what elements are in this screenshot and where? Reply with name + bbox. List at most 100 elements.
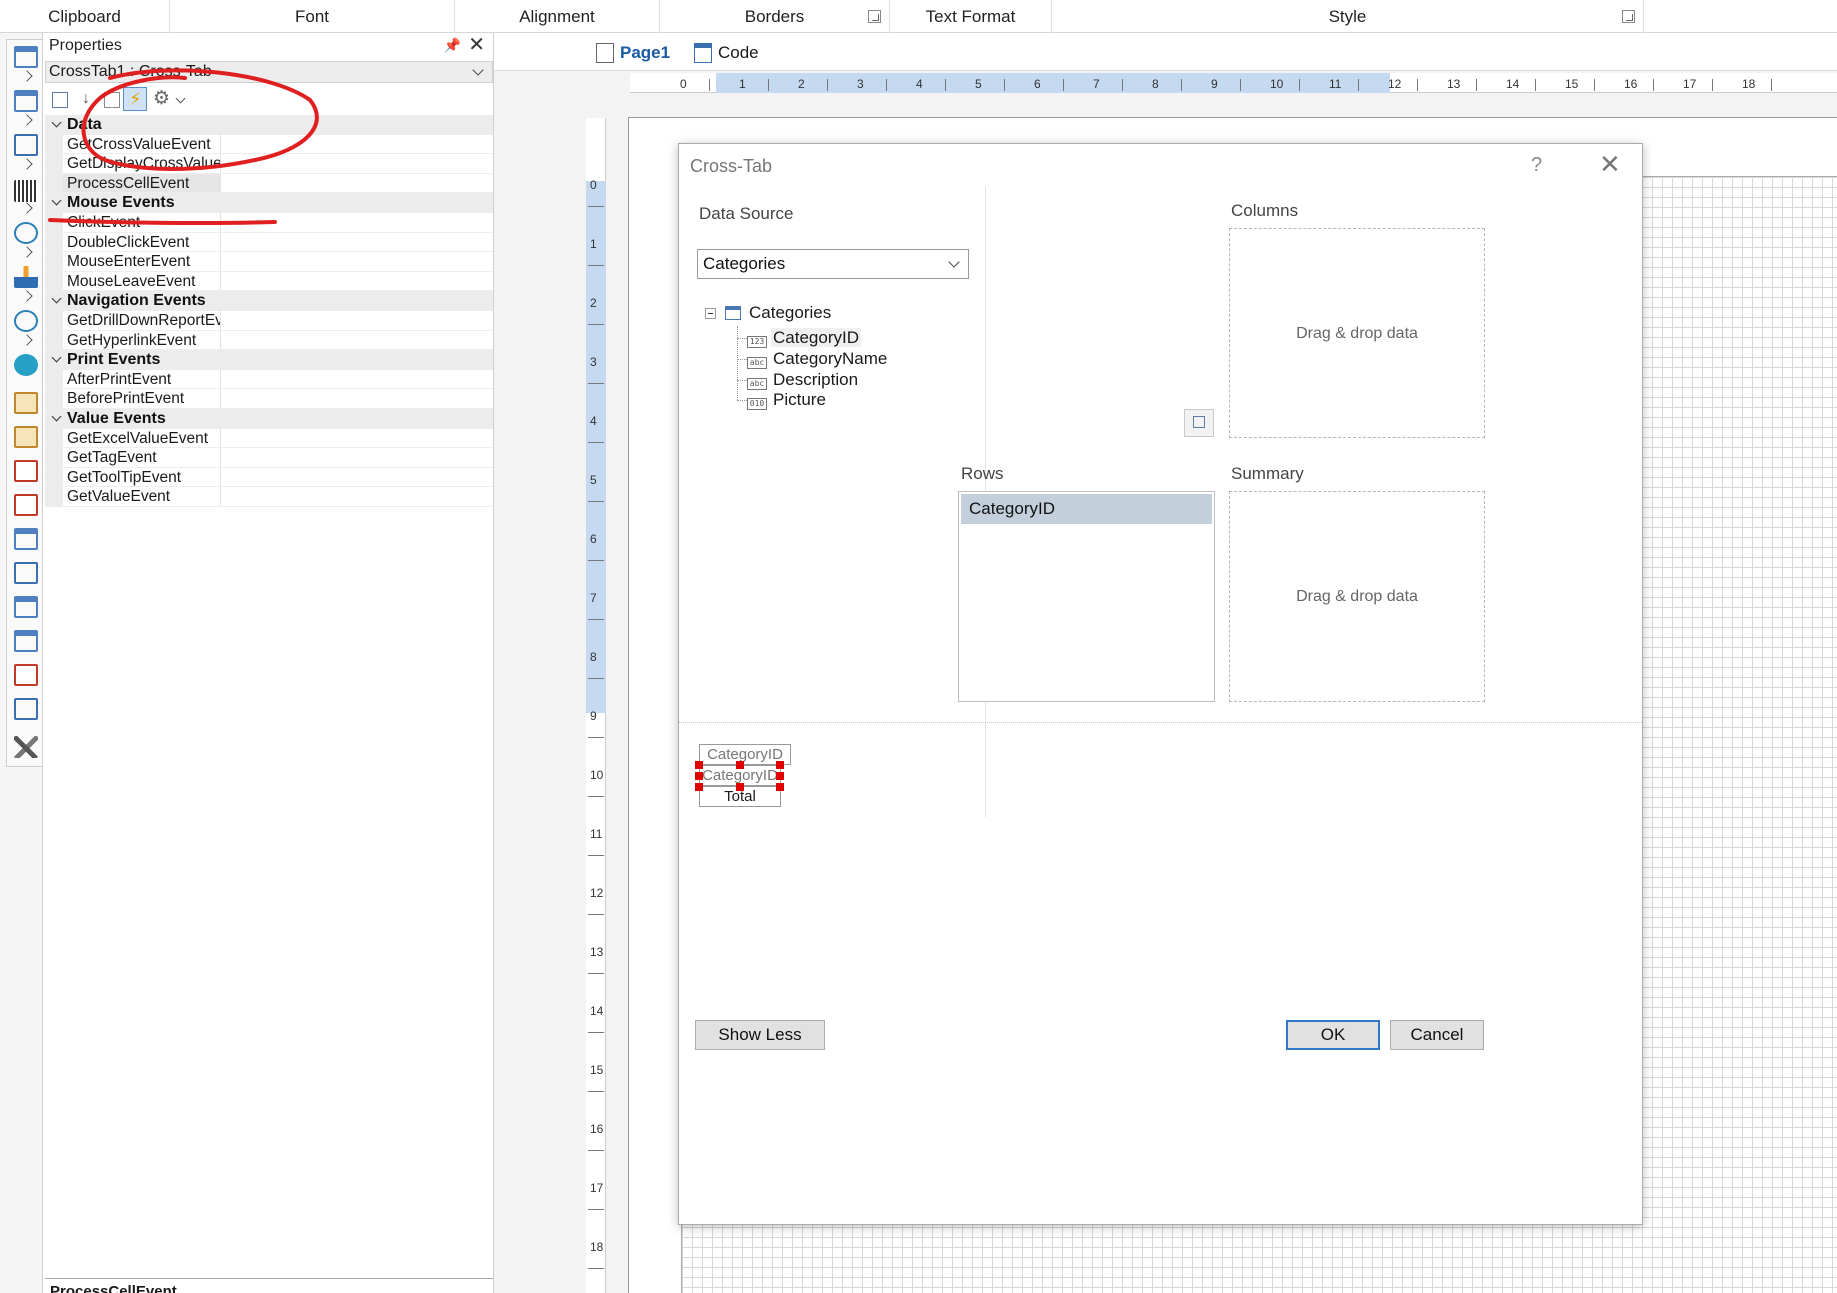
borders-dialog-launcher-icon[interactable]	[868, 10, 881, 23]
tree-field-categoryname[interactable]: abc CategoryName	[747, 348, 889, 370]
rows-dropzone[interactable]: CategoryID	[958, 491, 1215, 702]
event-row[interactable]: MouseEnterEvent	[45, 252, 493, 272]
chevron-right-icon[interactable]	[21, 158, 33, 170]
event-row[interactable]: GetHyperlinkEvent	[45, 330, 493, 351]
header-band-icon[interactable]	[14, 392, 38, 414]
ribbon-group-borders[interactable]: Borders	[660, 0, 890, 33]
chevron-right-icon[interactable]	[21, 290, 33, 302]
ruler-tick-label: 7	[590, 591, 597, 605]
chevron-down-icon[interactable]	[175, 93, 186, 104]
close-icon[interactable]: ✕	[468, 34, 485, 56]
ribbon-group-clipboard[interactable]: Clipboard	[0, 0, 170, 33]
selection-handle[interactable]	[736, 761, 744, 769]
category-data[interactable]: Data	[45, 115, 493, 135]
collapse-icon[interactable]	[51, 411, 62, 422]
tools-icon[interactable]	[14, 736, 38, 758]
text-icon[interactable]	[14, 134, 38, 156]
collapse-icon[interactable]	[51, 293, 62, 304]
tree-root[interactable]: Categories	[705, 302, 833, 324]
event-row[interactable]: GetToolTipEvent	[45, 467, 493, 488]
selection-handle[interactable]	[776, 772, 784, 780]
style-dialog-launcher-icon[interactable]	[1622, 10, 1635, 23]
tab-code[interactable]: Code	[686, 39, 759, 67]
category-value-events[interactable]: Value Events	[45, 408, 493, 429]
gauge-icon[interactable]	[14, 310, 38, 332]
list-icon[interactable]	[14, 630, 38, 652]
columns-dropzone[interactable]: Drag & drop data	[1229, 228, 1485, 438]
show-less-button[interactable]: Show Less	[695, 1020, 825, 1050]
events-view-icon[interactable]: ⚡	[123, 87, 147, 111]
ribbon-group-alignment[interactable]: Alignment	[455, 0, 660, 33]
chevron-right-icon[interactable]	[21, 114, 33, 126]
category-navigation-events[interactable]: Navigation Events	[45, 291, 493, 311]
ribbon-group-text-format[interactable]: Text Format	[890, 0, 1052, 33]
ruler-tick	[588, 973, 604, 974]
chevron-right-icon[interactable]	[21, 334, 33, 346]
rich-text-icon[interactable]	[14, 494, 38, 516]
event-row[interactable]: MouseLeaveEvent	[45, 271, 493, 292]
panel-icon[interactable]	[14, 528, 38, 550]
event-row[interactable]: GetTagEvent	[45, 448, 493, 468]
selection-handle[interactable]	[695, 761, 703, 769]
event-row[interactable]: GetDisplayCrossValueEvent	[45, 154, 493, 174]
tree-field-picture[interactable]: 010 Picture	[747, 389, 828, 411]
alphabetical-sort-icon[interactable]: ↓	[75, 87, 99, 111]
tree-field-description[interactable]: abc Description	[747, 369, 860, 391]
container-icon[interactable]	[14, 562, 38, 584]
collapse-icon[interactable]	[51, 195, 62, 206]
event-row[interactable]: GetCrossValueEvent	[45, 134, 493, 155]
collapse-icon[interactable]	[705, 308, 716, 319]
event-row[interactable]: BeforePrintEvent	[45, 389, 493, 409]
chevron-right-icon[interactable]	[21, 246, 33, 258]
event-row[interactable]: GetDrillDownReportEvent	[45, 310, 493, 331]
ruler-tick	[588, 1091, 604, 1092]
page-icon[interactable]	[14, 46, 38, 68]
richtext-icon[interactable]	[14, 664, 38, 686]
chevron-right-icon[interactable]	[21, 202, 33, 214]
data-band-icon[interactable]	[14, 426, 38, 448]
event-row[interactable]: GetExcelValueEvent	[45, 428, 493, 449]
selection-handle[interactable]	[736, 783, 744, 791]
data-source-select[interactable]: Categories	[697, 249, 969, 279]
event-row[interactable]: AfterPrintEvent	[45, 369, 493, 390]
cancel-button[interactable]: Cancel	[1390, 1020, 1484, 1050]
summary-dropzone[interactable]: Drag & drop data	[1229, 491, 1485, 702]
help-icon[interactable]: ?	[1531, 154, 1542, 177]
event-row[interactable]: DoubleClickEvent	[45, 232, 493, 253]
band-icon[interactable]	[14, 90, 38, 112]
image-icon[interactable]	[14, 698, 38, 720]
category-print-events[interactable]: Print Events	[45, 350, 493, 370]
close-icon[interactable]: ✕	[1599, 150, 1621, 178]
event-row[interactable]: ClickEvent	[45, 212, 493, 233]
barcode-icon[interactable]	[14, 180, 38, 202]
gear-icon[interactable]: ⚙	[149, 87, 173, 111]
properties-view-icon[interactable]	[99, 87, 123, 111]
text-component-icon[interactable]	[14, 460, 38, 482]
map-icon[interactable]	[14, 354, 38, 376]
table-icon[interactable]	[14, 596, 38, 618]
categorized-view-icon[interactable]	[47, 87, 71, 111]
ribbon-group-style[interactable]: Style	[1052, 0, 1644, 33]
ruler-tick	[1240, 79, 1241, 91]
pin-icon[interactable]: 📌	[444, 37, 461, 54]
rows-item[interactable]: CategoryID	[961, 494, 1212, 524]
tab-page1[interactable]: Page1	[588, 39, 670, 67]
chart-icon[interactable]	[14, 266, 38, 288]
ruler-tick-label: 5	[975, 77, 982, 91]
selection-handle[interactable]	[776, 783, 784, 791]
collapse-icon[interactable]	[51, 352, 62, 363]
tree-field-categoryid[interactable]: 123 CategoryID	[747, 327, 861, 349]
selection-handle[interactable]	[695, 783, 703, 791]
selection-handle[interactable]	[695, 772, 703, 780]
ok-button[interactable]: OK	[1286, 1020, 1380, 1050]
chevron-right-icon[interactable]	[21, 70, 33, 82]
ribbon-group-font[interactable]: Font	[170, 0, 455, 33]
collapse-icon[interactable]	[51, 117, 62, 128]
event-row-selected[interactable]: ProcessCellEvent	[45, 173, 493, 194]
event-row[interactable]: GetValueEvent	[45, 487, 493, 507]
selection-handle[interactable]	[776, 761, 784, 769]
shape-icon[interactable]	[14, 222, 38, 244]
category-mouse-events[interactable]: Mouse Events	[45, 193, 493, 213]
object-selector[interactable]: CrossTab1 : Cross-Tab	[45, 61, 493, 83]
swap-rows-columns-button[interactable]	[1184, 409, 1214, 437]
